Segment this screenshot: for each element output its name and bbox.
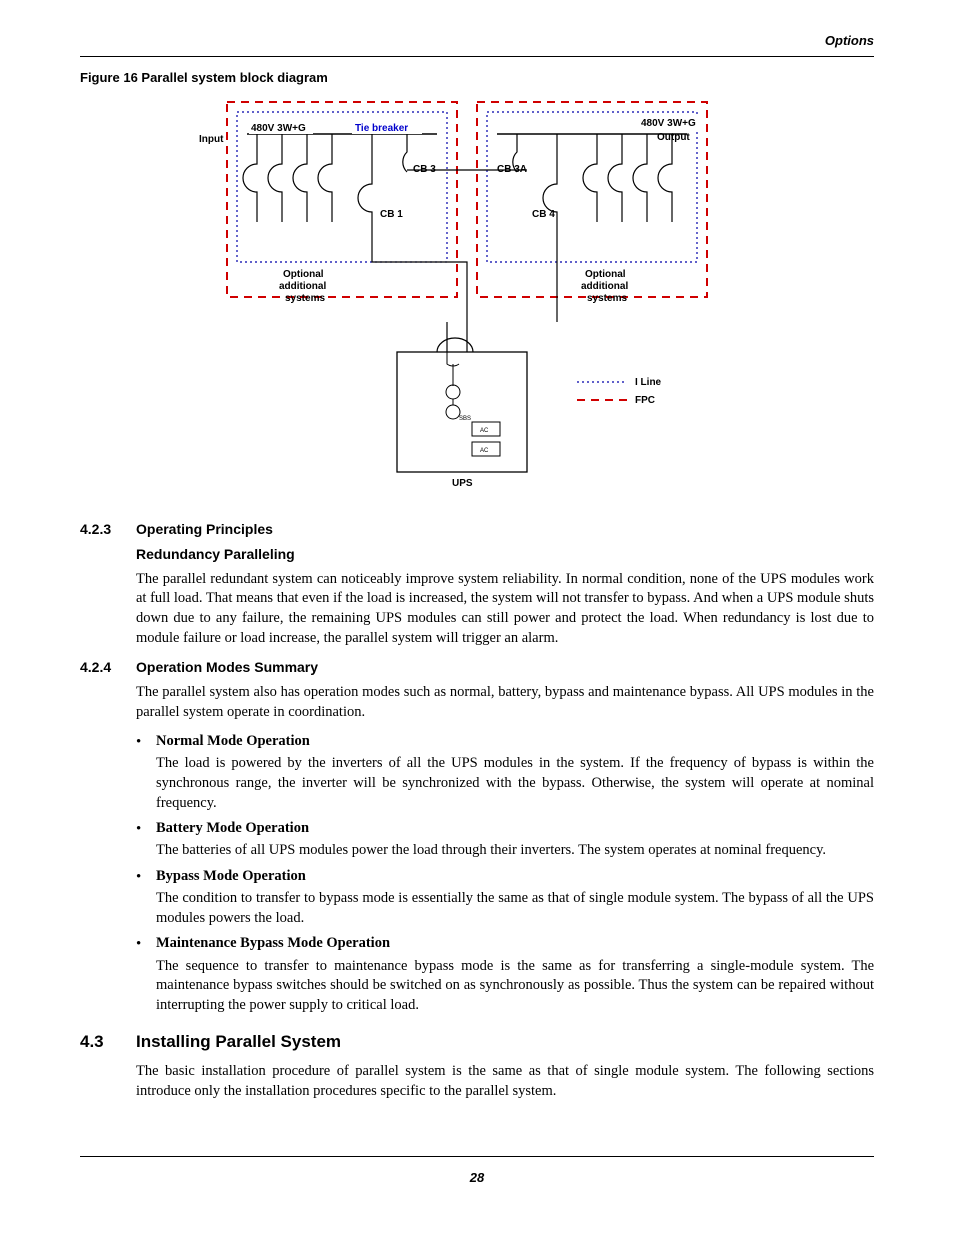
figure-caption: Figure 16 Parallel system block diagram (80, 69, 874, 87)
bullet-2-body: The condition to transfer to bypass mode… (156, 889, 874, 928)
lbl-volts-left: 480V 3W+G (251, 123, 306, 134)
lbl-input: Input (199, 134, 224, 145)
sec-423-subhead: Redundancy Paralleling (136, 545, 874, 564)
sec-424-title: Operation Modes Summary (136, 658, 318, 677)
bullet-3-body: The sequence to transfer to maintenance … (156, 957, 874, 1016)
lbl-sbs: SBS (459, 416, 471, 422)
header-divider (80, 56, 874, 57)
lbl-ups: UPS (452, 478, 473, 489)
bullet-0-title: Normal Mode Operation (156, 732, 310, 752)
sec-424-num: 4.2.4 (80, 658, 136, 677)
footer-divider (80, 1156, 874, 1157)
lbl-ac2: AC (480, 448, 489, 454)
bullet-2-title: Bypass Mode Operation (156, 867, 306, 887)
bullet-dot: • (136, 934, 156, 954)
lbl-opt-r3: systems (587, 293, 627, 304)
sec-423-num: 4.2.3 (80, 520, 136, 539)
page-number: 28 (80, 1169, 874, 1187)
bullet-dot: • (136, 732, 156, 752)
lbl-cb3a: CB 3A (497, 164, 527, 175)
sec-423-para: The parallel redundant system can notice… (136, 570, 874, 648)
bullet-dot: • (136, 819, 156, 839)
lbl-tie-breaker: Tie breaker (355, 123, 408, 134)
figure-diagram: Input 480V 3W+G Tie breaker 480V 3W+G Ou… (80, 92, 874, 502)
sec-43-para: The basic installation procedure of para… (136, 1062, 874, 1101)
sec-423-title: Operating Principles (136, 520, 273, 539)
bullet-1-body: The batteries of all UPS modules power t… (156, 841, 874, 861)
sec-43-title: Installing Parallel System (136, 1031, 341, 1054)
lbl-legend-fpc: FPC (635, 395, 655, 406)
lbl-volts-right: 480V 3W+G (641, 118, 696, 129)
bullet-3-title: Maintenance Bypass Mode Operation (156, 934, 390, 954)
sec-43-num: 4.3 (80, 1031, 136, 1054)
lbl-opt-l2: additional (279, 281, 326, 292)
bullet-1-title: Battery Mode Operation (156, 819, 309, 839)
header-options: Options (80, 32, 874, 50)
lbl-opt-l1: Optional (283, 269, 324, 280)
lbl-cb4: CB 4 (532, 209, 555, 220)
bullet-dot: • (136, 867, 156, 887)
lbl-cb1: CB 1 (380, 209, 403, 220)
lbl-opt-r2: additional (581, 281, 628, 292)
lbl-cb3: CB 3 (413, 164, 436, 175)
bullet-0-body: The load is powered by the inverters of … (156, 754, 874, 813)
lbl-output: Output (657, 132, 690, 143)
lbl-ac1: AC (480, 428, 489, 434)
lbl-opt-r1: Optional (585, 269, 626, 280)
lbl-legend-iline: I Line (635, 377, 662, 388)
lbl-opt-l3: systems (285, 293, 325, 304)
sec-424-intro: The parallel system also has operation m… (136, 683, 874, 722)
